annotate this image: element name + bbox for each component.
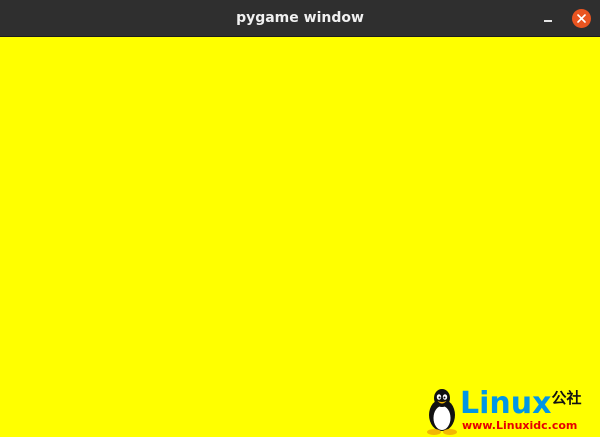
brand-logo: Linux公社	[460, 386, 582, 421]
game-canvas[interactable]	[0, 37, 600, 437]
brand-text: Linux	[460, 386, 552, 421]
watermark-url: www.Linuxidc.com	[462, 419, 578, 432]
pygame-window: pygame window Linux公社 www.Linuxidc.com	[0, 0, 600, 437]
linuxidc-watermark: Linux公社 www.Linuxidc.com	[424, 385, 600, 437]
title-bar[interactable]: pygame window	[0, 0, 600, 37]
minimize-button[interactable]	[538, 9, 558, 29]
close-button[interactable]	[572, 9, 591, 28]
minimize-icon	[544, 20, 552, 22]
tux-penguin-icon	[427, 389, 457, 435]
window-title: pygame window	[236, 10, 364, 26]
brand-suffix: 公社	[551, 389, 582, 407]
close-icon	[572, 9, 591, 28]
